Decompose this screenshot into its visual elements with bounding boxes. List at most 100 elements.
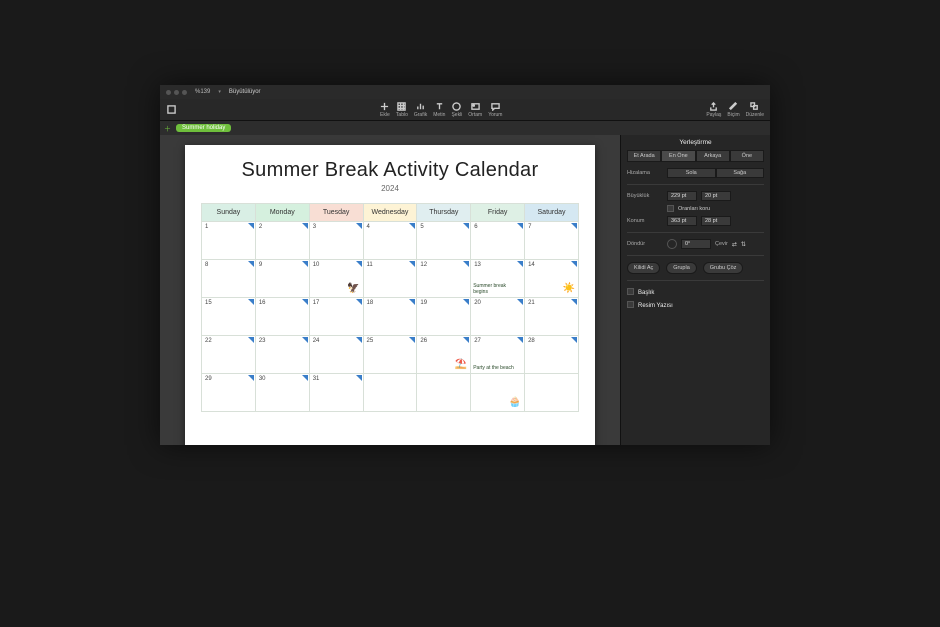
calendar-cell[interactable]: 12 (417, 260, 471, 298)
view-button[interactable] (166, 105, 176, 115)
calendar-cell[interactable]: 21 (525, 298, 579, 336)
rotate-wheel-icon[interactable] (667, 239, 677, 249)
cell-corner-icon (302, 223, 308, 229)
calendar-cell[interactable]: 4 (363, 222, 417, 260)
group-button[interactable]: Grupla (666, 262, 697, 274)
calendar-cell[interactable]: 26⛱️ (417, 336, 471, 374)
cell-corner-icon (463, 337, 469, 343)
calendar-cell[interactable]: 29 (202, 374, 256, 412)
align-left-button[interactable]: Sola (667, 168, 716, 178)
tool-text[interactable]: Metin (433, 101, 445, 118)
day-number: 19 (420, 300, 427, 306)
cell-corner-icon (356, 375, 362, 381)
title-checkbox[interactable] (627, 288, 634, 295)
caption-checkbox[interactable] (627, 301, 634, 308)
calendar-table[interactable]: SundayMondayTuesdayWednesdayThursdayFrid… (201, 203, 579, 412)
calendar-cell[interactable]: 23 (255, 336, 309, 374)
calendar-cell[interactable]: 27Party at the beach (471, 336, 525, 374)
calendar-cell[interactable]: 25 (363, 336, 417, 374)
maximize-icon[interactable] (182, 90, 187, 95)
calendar-cell[interactable] (525, 374, 579, 412)
canvas[interactable]: Summer Break Activity Calendar 2024 Sund… (160, 135, 620, 445)
cell-corner-icon (571, 261, 577, 267)
calendar-cell[interactable]: 9 (255, 260, 309, 298)
calendar-cell[interactable]: 7 (525, 222, 579, 260)
calendar-cell[interactable]: 17 (309, 298, 363, 336)
tool-organize[interactable]: Düzenle (746, 101, 764, 118)
flip-v-icon[interactable]: ⇅ (741, 241, 746, 248)
calendar-cell[interactable]: 2 (255, 222, 309, 260)
ungroup-button[interactable]: Grubu Çöz (703, 262, 744, 274)
calendar-cell[interactable]: 6 (471, 222, 525, 260)
tool-table[interactable]: Tablo (396, 101, 408, 118)
day-header: Wednesday (363, 204, 417, 222)
tab-forward[interactable]: Öne (730, 150, 764, 162)
calendar-cell[interactable]: 13Summer break begins (471, 260, 525, 298)
width-field[interactable]: 229 pt (667, 191, 697, 201)
cell-event[interactable]: Party at the beach (473, 366, 522, 372)
calendar-cell[interactable]: 31 (309, 374, 363, 412)
flip-h-icon[interactable]: ⇄ (732, 241, 737, 248)
pos-x-field[interactable]: 363 pt (667, 216, 697, 226)
tool-media[interactable]: Ortam (468, 101, 482, 118)
add-sheet-button[interactable]: ＋ (164, 124, 172, 132)
page-year[interactable]: 2024 (201, 184, 579, 193)
cell-corner-icon (409, 261, 415, 267)
calendar-cell[interactable]: 14☀️ (525, 260, 579, 298)
calendar-cell[interactable]: 10🦅 (309, 260, 363, 298)
calendar-cell[interactable]: 16 (255, 298, 309, 336)
tab-front[interactable]: En Öne (661, 150, 695, 162)
tool-share[interactable]: Paylaş (706, 101, 721, 118)
lock-button[interactable]: Kilidi Aç (627, 262, 660, 274)
calendar-cell[interactable]: 22 (202, 336, 256, 374)
cell-event[interactable]: Summer break begins (473, 284, 522, 295)
day-header: Sunday (202, 204, 256, 222)
calendar-cell[interactable] (363, 374, 417, 412)
day-number: 9 (259, 262, 262, 268)
calendar-cell[interactable]: 1 (202, 222, 256, 260)
calendar-cell[interactable]: 24 (309, 336, 363, 374)
day-number: 16 (259, 300, 266, 306)
cell-graphic-icon[interactable]: ☀️ (563, 283, 575, 294)
calendar-cell[interactable]: 19 (417, 298, 471, 336)
calendar-cell[interactable]: 8 (202, 260, 256, 298)
window-controls[interactable] (166, 90, 187, 95)
cell-corner-icon (248, 337, 254, 343)
cell-graphic-icon[interactable]: ⛱️ (455, 359, 467, 370)
cell-graphic-icon[interactable]: 🧁 (509, 397, 521, 408)
pos-y-field[interactable]: 28 pt (701, 216, 731, 226)
minimize-icon[interactable] (174, 90, 179, 95)
calendar-cell[interactable] (417, 374, 471, 412)
calendar-cell[interactable]: 5 (417, 222, 471, 260)
tool-chart[interactable]: Grafik (414, 101, 427, 118)
align-right-button[interactable]: Sağa (716, 168, 765, 178)
tool-shape[interactable]: Şekli (451, 101, 462, 118)
calendar-cell[interactable]: 15 (202, 298, 256, 336)
tool-format[interactable]: Biçim (727, 101, 739, 118)
tab-back[interactable]: Et Arada (627, 150, 661, 162)
calendar-cell[interactable]: 30 (255, 374, 309, 412)
page-title[interactable]: Summer Break Activity Calendar (201, 159, 579, 182)
app-window: %139 ▾ Büyütülüyor Ekle Tablo Grafik (160, 85, 770, 445)
calendar-cell[interactable]: 🧁 (471, 374, 525, 412)
day-number: 20 (474, 300, 481, 306)
calendar-cell[interactable]: 11 (363, 260, 417, 298)
calendar-cell[interactable]: 3 (309, 222, 363, 260)
close-icon[interactable] (166, 90, 171, 95)
size-label: Büyüklük (627, 193, 663, 199)
calendar-cell[interactable]: 20 (471, 298, 525, 336)
calendar-cell[interactable]: 28 (525, 336, 579, 374)
chevron-down-icon[interactable]: ▾ (218, 89, 221, 95)
rotate-field[interactable]: 0° (681, 239, 711, 249)
calendar-cell[interactable]: 18 (363, 298, 417, 336)
height-field[interactable]: 20 pt (701, 191, 731, 201)
tool-insert[interactable]: Ekle (380, 101, 390, 118)
tool-label: Biçim (727, 112, 739, 118)
lock-ratio-checkbox[interactable] (667, 205, 674, 212)
zoom-level[interactable]: %139 (195, 89, 210, 95)
day-header: Thursday (417, 204, 471, 222)
cell-graphic-icon[interactable]: 🦅 (347, 283, 359, 294)
tool-comment[interactable]: Yorum (488, 101, 502, 118)
sheet-tab[interactable]: Summer holiday (176, 124, 231, 132)
tab-backward[interactable]: Arkaya (696, 150, 730, 162)
